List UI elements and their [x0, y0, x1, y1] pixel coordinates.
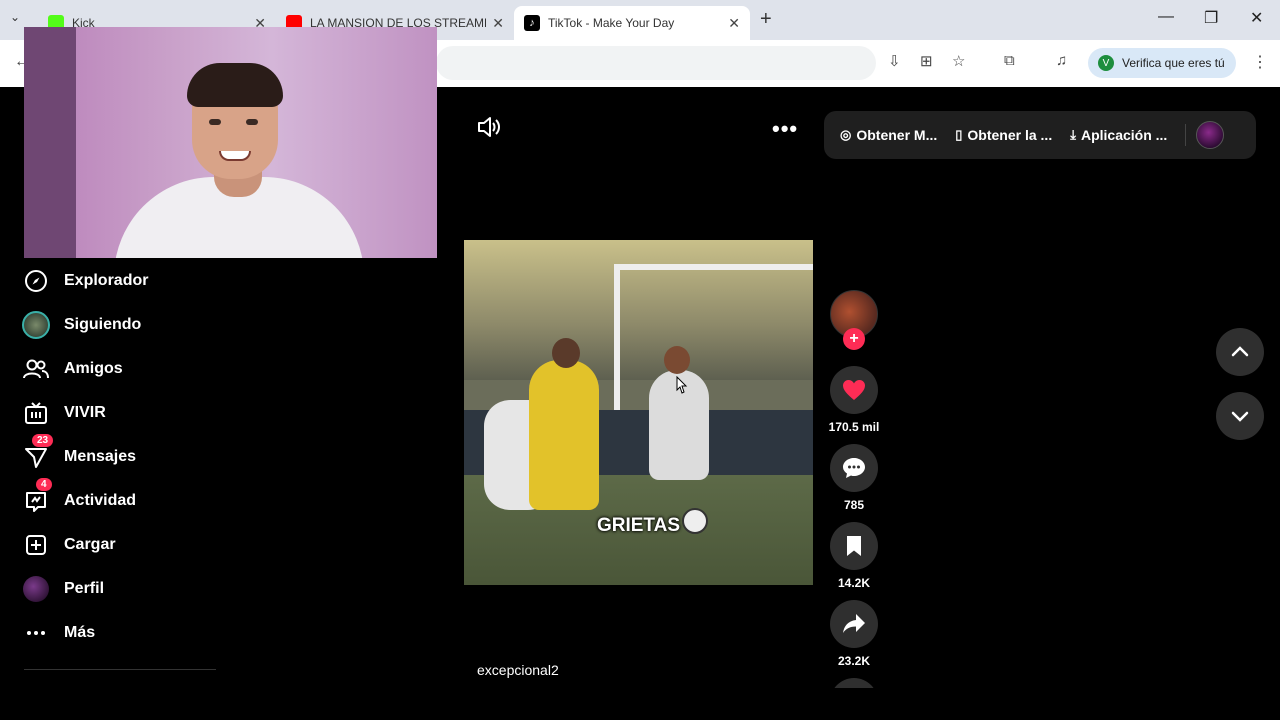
- sidebar-item-mensajes[interactable]: 23 Mensajes: [22, 434, 137, 472]
- webcam-overlay: [24, 27, 437, 258]
- account-avatar[interactable]: [1196, 121, 1225, 149]
- sidebar-item-mas[interactable]: Más: [22, 618, 95, 648]
- video-caption: GRIETAS: [596, 515, 681, 536]
- verify-label: Verifica que eres tú: [1122, 56, 1225, 70]
- upload-icon: [22, 531, 50, 559]
- sidebar-item-label: Actividad: [64, 492, 137, 509]
- next-video-button[interactable]: [1216, 392, 1264, 440]
- chevron-up-icon: [1231, 346, 1249, 357]
- save-button[interactable]: [830, 522, 878, 570]
- sidebar-item-siguiendo[interactable]: Siguiendo: [22, 310, 141, 340]
- messages-count-badge: 23: [32, 434, 54, 447]
- restore-window-icon[interactable]: ❐: [1204, 8, 1218, 28]
- download-app-button[interactable]: ⤓ Aplicación ...: [1070, 127, 1167, 143]
- share-button[interactable]: [830, 600, 878, 648]
- comment-bubble-icon: [843, 458, 865, 478]
- live-tv-icon: [22, 399, 50, 427]
- promo-separator: [1185, 124, 1187, 146]
- mouse-cursor-icon: [674, 375, 688, 401]
- previous-video-button[interactable]: [1216, 328, 1264, 376]
- music-disc-button[interactable]: [830, 678, 878, 688]
- compass-icon: [22, 267, 50, 295]
- coin-icon: ◎: [840, 127, 852, 142]
- install-app-icon[interactable]: ⇩: [888, 52, 901, 70]
- sidebar-item-label: Perfil: [64, 580, 105, 597]
- close-window-icon[interactable]: ✕: [1250, 8, 1263, 28]
- sidebar-item-amigos[interactable]: Amigos: [22, 354, 123, 384]
- save-count: 14.2K: [837, 576, 871, 590]
- sidebar-item-label: Mensajes: [64, 448, 137, 465]
- sidebar-item-cargar[interactable]: Cargar: [22, 530, 116, 560]
- address-bar[interactable]: [436, 46, 876, 80]
- get-app-button[interactable]: ▯ Obtener la ...: [955, 127, 1052, 143]
- sidebar-item-label: Siguiendo: [64, 316, 142, 333]
- follow-plus-icon[interactable]: +: [843, 328, 865, 350]
- sidebar-item-vivir[interactable]: VIVIR: [22, 398, 106, 428]
- tab-title: TikTok - Make Your Day: [548, 16, 675, 30]
- activity-icon: 4: [22, 478, 52, 515]
- sidebar-item-explorador[interactable]: Explorador: [22, 266, 148, 296]
- tab-tiktok[interactable]: ♪ TikTok - Make Your Day ✕: [514, 6, 750, 40]
- video-username[interactable]: excepcional2: [477, 662, 559, 678]
- like-button[interactable]: [830, 366, 878, 414]
- phone-icon: ▯: [955, 127, 963, 142]
- profile-check-icon: V: [1098, 55, 1114, 71]
- tiktok-favicon-icon: ♪: [524, 15, 540, 31]
- heart-icon: [843, 380, 865, 400]
- comment-button[interactable]: [830, 444, 878, 492]
- sidebar-item-perfil[interactable]: Perfil: [22, 574, 104, 604]
- more-options-icon[interactable]: •••: [772, 116, 798, 142]
- video-player[interactable]: GRIETAS: [464, 240, 813, 585]
- profile-avatar: [22, 575, 50, 603]
- activity-count-badge: 4: [36, 478, 52, 491]
- minimize-icon[interactable]: —: [1158, 8, 1174, 26]
- volume-icon[interactable]: [476, 114, 502, 140]
- following-avatar: [22, 311, 50, 339]
- promo-label: Obtener la ...: [967, 127, 1053, 143]
- friends-icon: [22, 355, 50, 383]
- translate-icon[interactable]: ⊞: [920, 52, 933, 70]
- media-controls-icon[interactable]: ♫: [1056, 52, 1067, 69]
- sidebar-item-label: Explorador: [64, 272, 149, 289]
- sidebar-item-label: Amigos: [64, 360, 123, 377]
- like-count: 170.5 mil: [828, 420, 880, 434]
- bookmark-icon: [847, 536, 861, 556]
- more-dots-icon: [22, 619, 50, 647]
- promo-label: Aplicación ...: [1080, 127, 1168, 143]
- browser-menu-icon[interactable]: ⋮: [1252, 52, 1268, 72]
- promo-bar: ◎ Obtener M... ▯ Obtener la ... ⤓ Aplica…: [824, 111, 1256, 159]
- sidebar-item-label: VIVIR: [64, 404, 106, 421]
- comment-count: 785: [843, 498, 865, 512]
- get-coins-button[interactable]: ◎ Obtener M...: [840, 127, 937, 143]
- download-icon: ⤓: [1070, 127, 1076, 142]
- tab-list-chevron-icon[interactable]: ⌄: [10, 10, 20, 24]
- sidebar-item-label: Cargar: [64, 536, 116, 553]
- verify-identity-button[interactable]: V Verifica que eres tú: [1088, 48, 1236, 78]
- sidebar-item-actividad[interactable]: 4 Actividad: [22, 478, 137, 516]
- close-tab-icon[interactable]: ✕: [728, 15, 740, 32]
- share-arrow-icon: [843, 614, 865, 633]
- sidebar-item-label: Más: [64, 624, 96, 641]
- extensions-puzzle-icon[interactable]: ⧉: [1004, 52, 1015, 69]
- share-count: 23.2K: [837, 654, 871, 668]
- chevron-down-icon: [1231, 411, 1249, 422]
- close-tab-icon[interactable]: ✕: [492, 15, 504, 32]
- sidebar-divider: [24, 669, 216, 670]
- messages-icon: 23: [22, 434, 54, 471]
- new-tab-plus-icon[interactable]: +: [760, 8, 772, 31]
- promo-label: Obtener M...: [856, 127, 938, 143]
- bookmark-star-icon[interactable]: ☆: [952, 52, 965, 70]
